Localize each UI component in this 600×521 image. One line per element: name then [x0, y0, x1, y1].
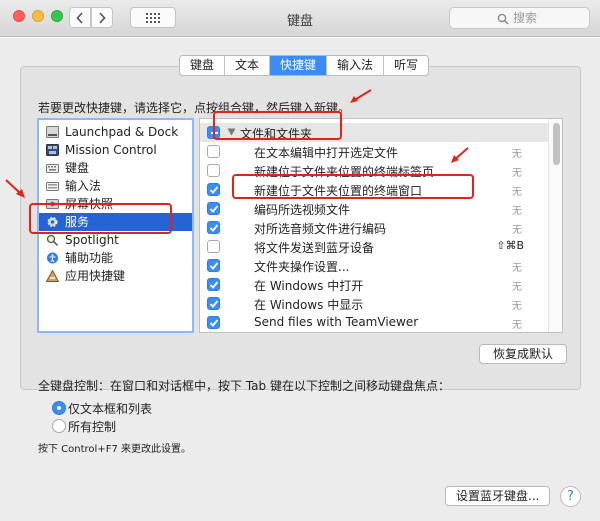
shortcut-key[interactable]: 无 [512, 259, 522, 274]
shortcut-label: Send files with TeamViewer [254, 315, 419, 329]
shortcut-key[interactable]: 无 [512, 221, 522, 236]
shortcut-checkbox[interactable] [207, 145, 220, 158]
radio-label: 仅文本框和列表 [68, 402, 153, 416]
setup-bluetooth-keyboard-button[interactable]: 设置蓝牙键盘... [445, 486, 551, 506]
category-label: Launchpad & Dock [65, 125, 179, 139]
radio-button[interactable] [52, 419, 66, 433]
tab-dictation[interactable]: 听写 [384, 56, 428, 75]
launchpad-icon [46, 126, 59, 138]
shortcut-key[interactable]: 无 [512, 316, 522, 331]
accessibility-icon [47, 252, 58, 264]
shortcut-label: 编码所选视频文件 [254, 203, 351, 217]
annotation-arrow-icon [5, 179, 25, 198]
shortcut-checkbox[interactable] [207, 221, 220, 234]
tab-input-sources[interactable]: 输入法 [327, 56, 385, 75]
category-label: 输入法 [65, 179, 102, 193]
shortcut-row[interactable]: 文件夹操作设置... 无 [200, 256, 548, 275]
mission-control-icon [46, 144, 59, 156]
input-method-icon [46, 182, 59, 191]
annotation-arrow-icon [451, 147, 469, 163]
radio-all-controls[interactable]: 所有控制 [52, 418, 352, 434]
tab-shortcuts[interactable]: 快捷键 [270, 56, 328, 75]
shortcut-list-scrollbar[interactable] [548, 119, 562, 332]
shortcut-row[interactable]: 在 Windows 中打开 无 [200, 275, 548, 294]
shortcut-label: 对所选音频文件进行编码 [254, 222, 387, 236]
category-label: 辅助功能 [65, 251, 114, 265]
checkmark-icon [209, 186, 219, 194]
tab-text[interactable]: 文本 [225, 56, 271, 75]
category-item-app-shortcuts[interactable]: 应用快捷键 [39, 267, 192, 285]
shortcut-label: 在 Windows 中打开 [254, 279, 364, 293]
category-label: 应用快捷键 [65, 269, 126, 283]
shortcut-checkbox[interactable] [207, 183, 220, 196]
shortcut-key[interactable]: 无 [512, 183, 522, 198]
shortcut-row[interactable]: 编码所选视频文件 无 [200, 199, 548, 218]
shortcut-label: 在 Windows 中显示 [254, 298, 364, 312]
radio-button[interactable] [52, 401, 66, 415]
checkmark-icon [209, 224, 219, 232]
search-input[interactable] [513, 11, 573, 25]
radio-label: 所有控制 [68, 420, 117, 434]
tab-keyboard[interactable]: 键盘 [180, 56, 226, 75]
app-shortcuts-icon [46, 270, 59, 282]
title-bar: 键盘 [0, 0, 600, 37]
checkmark-icon [209, 319, 219, 327]
shortcut-list[interactable]: 文件和文件夹 在文本编辑中打开选定文件 无 新建位于文件夹位置的终端标签页 无 … [199, 118, 563, 333]
category-item-launchpad-dock[interactable]: Launchpad & Dock [39, 123, 192, 141]
scrollbar-thumb[interactable] [553, 123, 560, 165]
shortcut-row[interactable]: 在 Windows 中显示 无 [200, 294, 548, 313]
shortcut-checkbox[interactable] [207, 164, 220, 177]
checkmark-icon [209, 262, 219, 270]
annotation-box-services [29, 203, 172, 234]
checkmark-icon [209, 205, 219, 213]
tab-bar: 键盘 文本 快捷键 输入法 听写 [179, 55, 430, 76]
shortcut-checkbox[interactable] [207, 297, 220, 310]
shortcut-key[interactable]: 无 [512, 145, 522, 160]
search-icon [497, 13, 509, 25]
restore-defaults-button[interactable]: 恢复成默认 [479, 344, 568, 364]
category-item-mission-control[interactable]: Mission Control [39, 141, 192, 159]
full-keyboard-access-label: 全键盘控制：在窗口和对话框中，按下 Tab 键在以下控制之间移动键盘焦点： [38, 379, 450, 393]
checkmark-icon [209, 300, 219, 308]
category-item-keyboard[interactable]: 键盘 [39, 159, 192, 177]
keyboard-icon [46, 164, 59, 173]
category-label: 键盘 [65, 161, 90, 175]
shortcut-checkbox[interactable] [207, 278, 220, 291]
radio-text-boxes-lists[interactable]: 仅文本框和列表 [52, 400, 352, 416]
shortcut-checkbox[interactable] [207, 316, 220, 329]
category-item-input-sources[interactable]: 输入法 [39, 177, 192, 195]
shortcut-row[interactable]: 在文本编辑中打开选定文件 无 [200, 142, 548, 161]
shortcut-key[interactable]: 无 [512, 202, 522, 217]
shortcut-checkbox[interactable] [207, 240, 220, 253]
category-label: Spotlight [65, 233, 119, 247]
search-field[interactable] [449, 7, 590, 29]
shortcut-label: 将文件发送到蓝牙设备 [254, 241, 375, 255]
shortcut-checkbox[interactable] [207, 259, 220, 272]
annotation-arrow-icon [350, 89, 372, 103]
shortcut-row[interactable]: 将文件发送到蓝牙设备 ⇧⌘B [200, 237, 548, 256]
annotation-box-terminal-window [232, 174, 474, 199]
shortcut-label: 在文本编辑中打开选定文件 [254, 146, 399, 160]
shortcut-key[interactable]: ⇧⌘B [496, 239, 524, 252]
annotation-box-group [213, 111, 342, 140]
shortcut-row[interactable]: 对所选音频文件进行编码 无 [200, 218, 548, 237]
category-label: Mission Control [65, 143, 157, 157]
shortcut-label: 文件夹操作设置... [254, 260, 350, 274]
shortcut-checkbox[interactable] [207, 202, 220, 215]
shortcut-hint: 按下 Control+F7 来更改此设置。 [38, 444, 191, 455]
spotlight-icon [46, 234, 59, 246]
shortcut-row[interactable]: Send files with TeamViewer 无 [200, 313, 548, 332]
help-button[interactable]: ? [560, 486, 581, 507]
checkmark-icon [209, 281, 219, 289]
shortcut-key[interactable]: 无 [512, 278, 522, 293]
shortcut-key[interactable]: 无 [512, 164, 522, 179]
category-item-accessibility[interactable]: 辅助功能 [39, 249, 192, 267]
shortcut-key[interactable]: 无 [512, 297, 522, 312]
